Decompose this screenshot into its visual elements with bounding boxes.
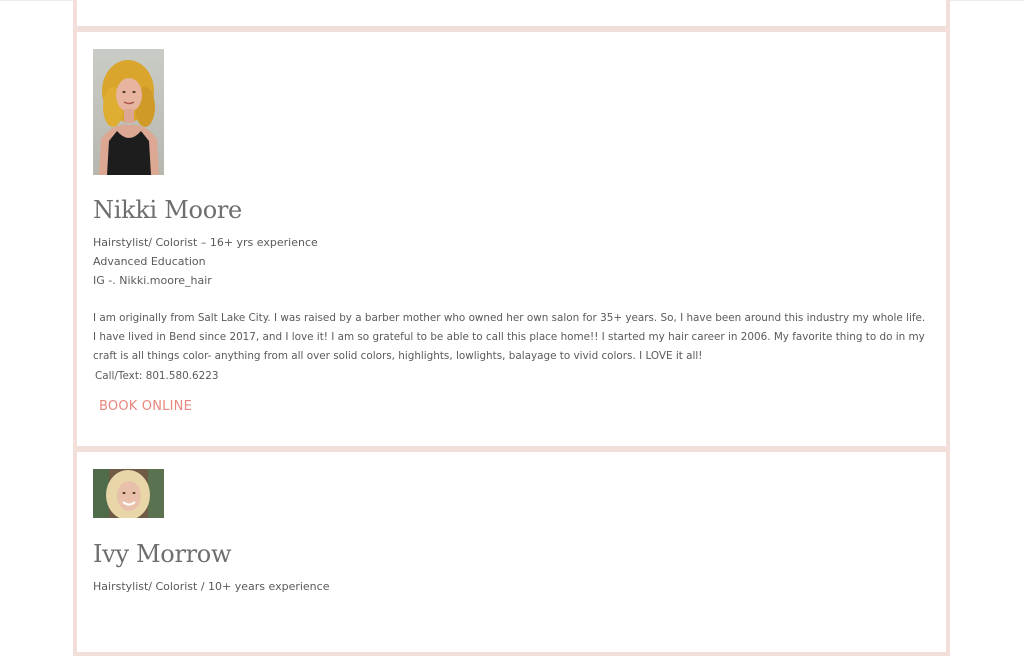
stylist-title: Hairstylist/ Colorist / 10+ years experi… [93,580,330,593]
team-card-previous [73,0,950,30]
stylist-bio: I am originally from Salt Lake City. I w… [93,309,929,386]
nikki-portrait-icon [93,49,164,175]
stylist-phone: Call/Text: 801.580.6223 [95,369,219,382]
ivy-portrait-photo [93,469,164,518]
stylist-title: Hairstylist/ Colorist – 16+ yrs experien… [93,236,318,249]
stylist-instagram: IG -. Nikki.moore_hair [93,274,212,287]
team-list: Nikki Moore Hairstylist/ Colorist – 16+ … [73,0,950,656]
stylist-name: Ivy Morrow [93,540,232,568]
team-card-ivy-morrow: Ivy Morrow Hairstylist/ Colorist / 10+ y… [73,448,950,656]
ivy-portrait-icon [93,469,164,518]
stylist-name: Nikki Moore [93,196,242,224]
team-card-nikki-moore: Nikki Moore Hairstylist/ Colorist – 16+ … [73,28,950,450]
stylist-details: Hairstylist/ Colorist – 16+ yrs experien… [93,233,318,290]
stylist-education: Advanced Education [93,255,206,268]
stylist-bio-text: I am originally from Salt Lake City. I w… [93,312,926,363]
book-online-link[interactable]: BOOK ONLINE [99,399,192,414]
stylist-details: Hairstylist/ Colorist / 10+ years experi… [93,577,329,596]
nikki-portrait-photo [93,49,164,175]
